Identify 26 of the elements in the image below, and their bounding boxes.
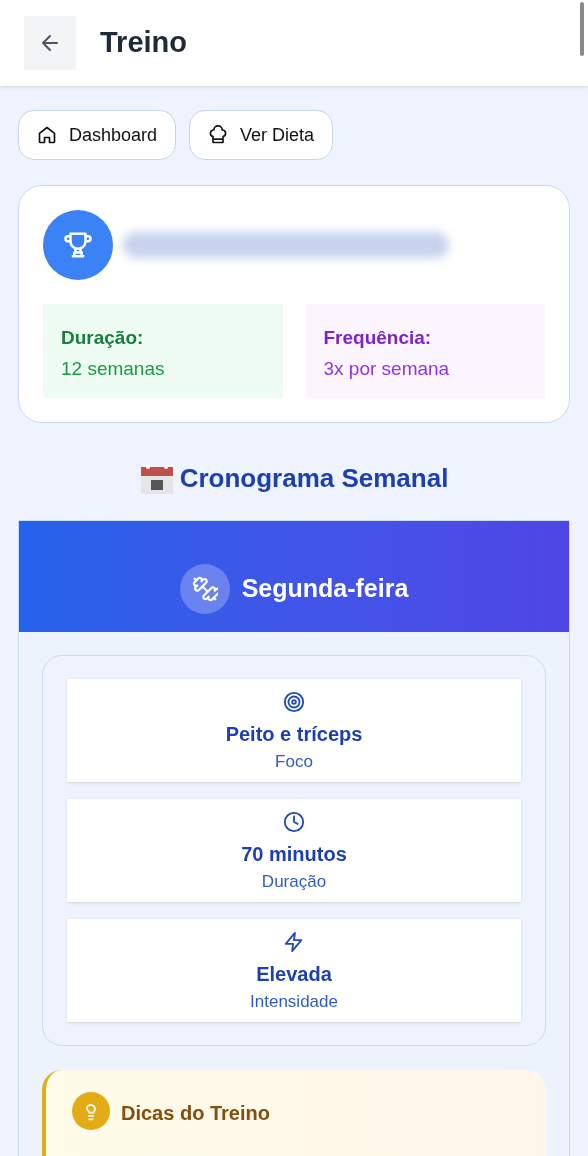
calendar-icon: [139, 462, 174, 495]
back-button[interactable]: [24, 16, 76, 70]
info-label: Foco: [275, 751, 313, 773]
day-title: Segunda-feira: [241, 572, 409, 604]
info-label: Intensidade: [250, 991, 338, 1013]
section-heading: Cronograma Semanal: [179, 462, 449, 495]
home-icon: [37, 125, 57, 145]
tips-title: Dicas do Treino: [121, 1101, 270, 1126]
stat-value: 3x por semana: [323, 356, 451, 381]
target-icon: [283, 691, 305, 713]
stat-value: 12 semanas: [61, 356, 166, 381]
nav-button[interactable]: Ver Dieta: [189, 110, 334, 160]
info-value: Elevada: [256, 962, 332, 987]
scrollbar: [580, 2, 584, 56]
chef-hat-icon: [208, 125, 229, 145]
info-label: Duração: [261, 871, 327, 893]
nav-button[interactable]: Dashboard: [18, 110, 177, 160]
dumbbell-icon: [191, 575, 218, 602]
clock-icon: [283, 811, 305, 833]
stat-label: Duração:: [61, 326, 145, 350]
trophy-icon: [63, 230, 93, 260]
stat-label: Frequência:: [323, 326, 433, 350]
page-title: Treino: [100, 25, 187, 61]
info-value: 70 minutos: [241, 842, 347, 867]
info-value: Peito e tríceps: [225, 722, 363, 747]
lightning-icon: [283, 931, 305, 953]
